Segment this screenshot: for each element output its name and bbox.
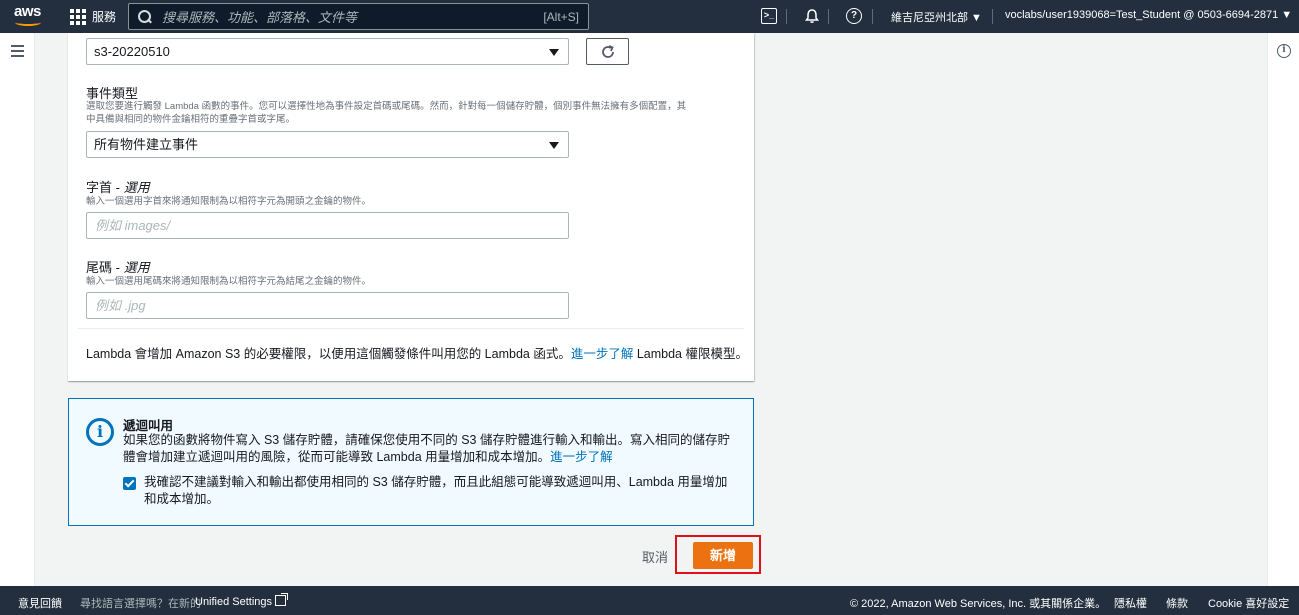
aws-logo-text: aws	[14, 3, 41, 20]
bucket-select-value: s3-20220510	[94, 44, 170, 59]
prefix-label: 字首 - 選用	[86, 177, 150, 196]
caret-down-icon	[549, 142, 559, 149]
add-button[interactable]: 新增	[693, 542, 753, 569]
copyright-text: © 2022, Amazon Web Services, Inc. 或其關係企業…	[850, 598, 1107, 610]
services-menu-button[interactable]: 服務	[70, 8, 116, 25]
event-type-description-line1: 選取您要進行觸發 Lambda 函數的事件。您可以選擇性地為事件設定首碼或尾碼。…	[86, 101, 687, 112]
menu-icon[interactable]	[11, 45, 24, 57]
event-type-value: 所有物件建立事件	[94, 137, 199, 152]
suffix-optional-text: 選用	[123, 260, 150, 275]
prefix-optional-text: 選用	[123, 180, 150, 195]
grid-icon	[70, 8, 86, 25]
terms-link[interactable]: 條款	[1166, 595, 1188, 611]
event-type-description: 選取您要進行觸發 Lambda 函數的事件。您可以選擇性地為事件設定首碼或尾碼。…	[86, 100, 741, 126]
suffix-label-text: 尾碼 -	[86, 260, 124, 275]
account-menu[interactable]: voclabs/user1939068=Test_Student @ 0503-…	[1005, 9, 1292, 21]
info-icon[interactable]: i	[1277, 44, 1291, 58]
right-tools-panel: i	[1267, 33, 1299, 586]
alert-body: 如果您的函數將物件寫入 S3 儲存貯體，請確保您使用不同的 S3 儲存貯體進行輸…	[123, 432, 733, 466]
cookie-preferences-link[interactable]: Cookie 喜好設定	[1208, 595, 1289, 611]
trigger-configuration-card: s3-20220510 事件類型 選取您要進行觸發 Lambda 函數的事件。您…	[68, 33, 754, 381]
aws-smile-icon	[15, 19, 41, 26]
nav-divider	[828, 9, 829, 24]
caret-down-icon	[549, 49, 559, 56]
learn-more-link[interactable]: 進一步了解	[571, 347, 634, 361]
help-icon[interactable]: ?	[846, 8, 862, 24]
region-selector[interactable]: 維吉尼亞州北部 ▼	[891, 9, 982, 25]
divider	[78, 328, 744, 329]
recursive-invocation-alert: i 遞迴叫用 如果您的函數將物件寫入 S3 儲存貯體，請確保您使用不同的 S3 …	[68, 398, 754, 526]
event-type-description-line2: 中具備與相同的物件金鑰相符的重疊字首或字尾。	[86, 114, 296, 125]
alert-body-text: 如果您的函數將物件寫入 S3 儲存貯體，請確保您使用不同的 S3 儲存貯體進行輸…	[123, 433, 730, 464]
search-shortcut: [Alt+S]	[543, 9, 579, 24]
lambda-note-text-end: Lambda 權限模型。	[633, 347, 748, 361]
suffix-input[interactable]: 例如 .jpg	[86, 292, 569, 319]
unified-settings-label: Unified Settings	[195, 596, 273, 608]
feedback-link[interactable]: 意見回饋	[18, 595, 62, 611]
external-link-icon	[275, 593, 289, 606]
top-navigation: aws 服務 搜尋服務、功能、部落格、文件等 [Alt+S] >_ ? 維吉尼亞…	[0, 0, 1299, 33]
nav-divider	[786, 9, 787, 24]
language-prompt: 尋找語言選擇嗎？在新的	[80, 598, 201, 610]
search-placeholder: 搜尋服務、功能、部落格、文件等	[162, 10, 358, 25]
info-icon: i	[86, 418, 114, 446]
search-icon	[138, 9, 152, 24]
aws-logo[interactable]: aws	[14, 4, 44, 28]
acknowledge-checkbox-label[interactable]: 我確認不建議對輸入和輸出都使用相同的 S3 儲存貯體，而且此組態可能導致遞迴叫用…	[144, 474, 734, 508]
services-label: 服務	[92, 10, 117, 24]
refresh-button[interactable]	[586, 38, 629, 65]
bucket-select[interactable]: s3-20220510	[86, 38, 569, 65]
footer: 意見回饋 尋找語言選擇嗎？在新的 Unified Settings © 2022…	[0, 586, 1299, 615]
suffix-description: 輸入一個選用尾碼來將通知限制為以相符字元為結尾之金鑰的物件。	[86, 276, 372, 287]
refresh-icon	[602, 45, 614, 58]
nav-divider	[872, 9, 873, 24]
suffix-label: 尾碼 - 選用	[86, 257, 150, 276]
cancel-button[interactable]: 取消	[642, 547, 668, 566]
left-sidebar	[0, 33, 35, 586]
prefix-input[interactable]: 例如 images/	[86, 212, 569, 239]
cloudshell-icon[interactable]: >_	[761, 8, 777, 24]
search-input[interactable]: 搜尋服務、功能、部落格、文件等 [Alt+S]	[128, 3, 589, 30]
unified-settings-link[interactable]: Unified Settings	[195, 593, 289, 608]
nav-divider	[992, 9, 993, 24]
bell-icon[interactable]	[804, 8, 820, 24]
alert-learn-more-link[interactable]: 進一步了解	[550, 450, 613, 464]
prefix-label-text: 字首 -	[86, 180, 124, 195]
privacy-link[interactable]: 隱私權	[1114, 595, 1147, 611]
prefix-description: 輸入一個選用字首來將通知限制為以相符字元為開頭之金鑰的物件。	[86, 196, 372, 207]
acknowledge-checkbox[interactable]	[123, 477, 136, 490]
event-type-select[interactable]: 所有物件建立事件	[86, 131, 569, 158]
lambda-permission-note: Lambda 會增加 Amazon S3 的必要權限，以便用這個觸發條件叫用您的…	[86, 343, 748, 362]
lambda-note-text: Lambda 會增加 Amazon S3 的必要權限，以便用這個觸發條件叫用您的…	[86, 347, 571, 361]
